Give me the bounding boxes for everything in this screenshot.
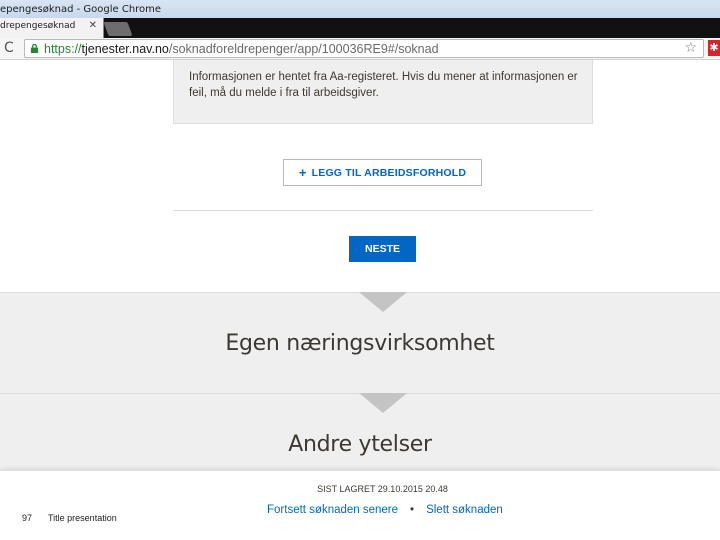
address-bar[interactable]: https://tjenester.nav.no/soknadforeldrep… — [24, 39, 704, 58]
section-self-employment[interactable]: Egen næringsvirksomhet — [0, 292, 720, 393]
url-scheme: https:// — [44, 42, 82, 56]
chevron-down-icon — [359, 292, 407, 312]
lock-icon[interactable] — [30, 44, 39, 53]
window-title: epengesøknad - Google Chrome — [0, 4, 162, 15]
tab-strip: drepengesøknad ✕ — [0, 18, 720, 38]
new-tab-button[interactable] — [103, 22, 133, 36]
last-saved-text: SIST LAGRET 29.10.2015 20.48 — [317, 484, 448, 494]
slide-number: 97 — [22, 513, 33, 523]
info-box: Informasjonen er hentet fra Aa-registere… — [173, 60, 593, 124]
info-text: Informasjonen er hentet fra Aa-registere… — [189, 71, 578, 99]
separator-dot: • — [410, 504, 415, 516]
continue-later-link[interactable]: Fortsett søknaden senere — [267, 504, 398, 516]
add-employment-label: LEGG TIL ARBEIDSFORHOLD — [311, 166, 467, 179]
browser-toolbar: C https://tjenester.nav.no/soknadforeldr… — [0, 38, 720, 60]
next-button-label: NESTE — [364, 243, 400, 255]
section-other-benefits[interactable]: Andre ytelser — [0, 393, 720, 473]
add-employment-button[interactable]: + LEGG TIL ARBEIDSFORHOLD — [283, 159, 482, 186]
plus-icon: + — [298, 165, 307, 180]
close-icon[interactable]: ✕ — [89, 20, 97, 31]
chevron-down-icon — [359, 393, 407, 413]
url-host: tjenester.nav.no — [81, 42, 169, 56]
next-button[interactable]: NESTE — [349, 236, 416, 262]
section-title: Egen næringsvirksomhet — [225, 331, 495, 356]
url-path: /soknadforeldrepenger/app/100036RE9#/sok… — [168, 42, 439, 56]
footer-bar: SIST LAGRET 29.10.2015 20.48 Fortsett sø… — [0, 470, 720, 540]
window-title-bar: epengesøknad - Google Chrome — [0, 0, 720, 20]
extension-icon[interactable]: ✱ — [708, 40, 720, 56]
delete-application-link[interactable]: Slett søknaden — [426, 504, 503, 516]
divider — [173, 210, 593, 211]
bookmark-star-icon[interactable]: ☆ — [684, 40, 697, 56]
slide-title: Title presentation — [48, 513, 117, 523]
tab-title: drepengesøknad — [0, 21, 76, 31]
reload-icon[interactable]: C — [4, 40, 14, 56]
footer-links: Fortsett søknaden senere • Slett søknaden — [267, 504, 503, 516]
section-title: Andre ytelser — [288, 432, 432, 457]
browser-tab[interactable]: drepengesøknad ✕ — [0, 18, 104, 38]
url-text: https://tjenester.nav.no/soknadforeldrep… — [44, 42, 439, 56]
